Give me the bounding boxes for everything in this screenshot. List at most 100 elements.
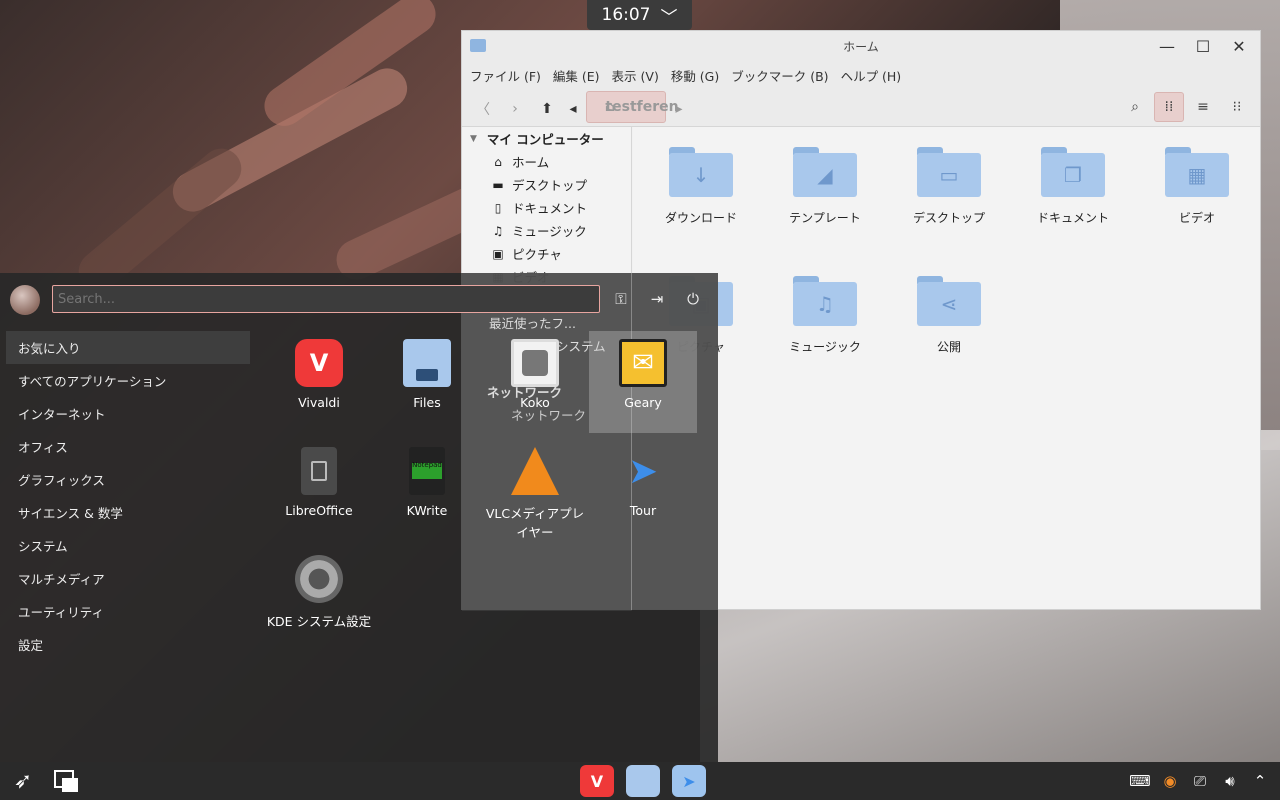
- folder-item[interactable]: ⋖ 公開: [894, 276, 1004, 355]
- menu-go[interactable]: 移動 (G): [665, 61, 725, 87]
- app-geary[interactable]: Geary: [589, 331, 697, 433]
- power-icon[interactable]: ⏻: [682, 287, 704, 311]
- breadcrumb-right-icon[interactable]: ▸: [672, 97, 686, 121]
- close-button[interactable]: ✕: [1228, 35, 1250, 57]
- category-system[interactable]: システム: [6, 529, 250, 562]
- vivaldi-icon: [295, 339, 343, 387]
- app-label: Files: [413, 395, 441, 410]
- app-kde-settings[interactable]: KDE システム設定: [265, 555, 373, 630]
- download-icon: ↓: [692, 163, 710, 187]
- app-vivaldi[interactable]: Vivaldi: [265, 339, 373, 410]
- desktop-folder-icon: ▬: [492, 177, 504, 192]
- show-desktop-icon[interactable]: [54, 770, 80, 794]
- keyboard-icon[interactable]: ⌨: [1129, 770, 1151, 792]
- tray-expand-icon[interactable]: ⌃: [1250, 770, 1270, 792]
- compact-view-icon[interactable]: ⁝⁝: [1222, 92, 1252, 122]
- music-icon: ♫: [492, 223, 504, 238]
- document-icon: ❐: [1064, 163, 1082, 187]
- app-label: Tour: [629, 503, 657, 518]
- folder-name: ビデオ: [1178, 211, 1215, 225]
- category-office[interactable]: オフィス: [6, 430, 250, 463]
- back-icon[interactable]: 〈: [470, 97, 496, 121]
- folder-name: ミュージック: [789, 340, 861, 354]
- music-icon: ♫: [816, 292, 834, 316]
- minimize-button[interactable]: —: [1156, 35, 1178, 57]
- sidebar-item-desktop[interactable]: ▬ デスクトップ: [462, 173, 631, 196]
- sidebar-item-music[interactable]: ♫ ミュージック: [462, 219, 631, 242]
- app-label: VLCメディアプレイヤー: [485, 506, 585, 540]
- vlc-icon: [511, 447, 559, 495]
- sidebar-item-documents[interactable]: ▯ ドキュメント: [462, 196, 631, 219]
- menu-help[interactable]: ヘルプ (H): [835, 61, 908, 87]
- volume-icon[interactable]: 🔊︎: [1220, 770, 1240, 792]
- list-view-icon[interactable]: ≡: [1188, 92, 1218, 122]
- koko-icon: [511, 339, 559, 387]
- search-input[interactable]: [52, 285, 600, 313]
- app-files[interactable]: Files: [373, 339, 481, 410]
- menu-edit[interactable]: 編集 (E): [547, 61, 606, 87]
- network-icon[interactable]: ⎚: [1190, 770, 1210, 792]
- menu-view[interactable]: 表示 (V): [606, 61, 665, 87]
- breadcrumb[interactable]: ⌂ testferen: [586, 91, 679, 123]
- app-label: Geary: [624, 395, 662, 410]
- sidebar-item-pictures[interactable]: ▣ ピクチャ: [462, 242, 631, 265]
- files-icon[interactable]: [626, 765, 660, 797]
- folder-item[interactable]: ♫ ミュージック: [770, 276, 880, 355]
- kde-settings-icon: [295, 555, 343, 603]
- category-settings[interactable]: 設定: [6, 628, 250, 661]
- category-favorites[interactable]: お気に入り: [6, 331, 250, 364]
- category-all-apps[interactable]: すべてのアプリケーション: [6, 364, 250, 397]
- category-utilities[interactable]: ユーティリティ: [6, 595, 250, 628]
- category-multimedia[interactable]: マルチメディア: [6, 562, 250, 595]
- folder-item[interactable]: ◢ テンプレート: [770, 147, 880, 226]
- window-title: ホーム: [843, 40, 879, 54]
- up-arrow-icon[interactable]: ⬆: [534, 97, 560, 121]
- top-clock[interactable]: 16:07 ﹀: [587, 0, 692, 30]
- folder-item[interactable]: ▭ デスクトップ: [894, 147, 1004, 226]
- app-vlc[interactable]: VLCメディアプレイヤー: [481, 447, 589, 541]
- folder-name: 公開: [936, 340, 961, 354]
- start-menu-button[interactable]: ➶: [6, 766, 40, 796]
- pinned-apps: V ➤: [580, 765, 706, 797]
- home-icon: ⌂: [494, 154, 502, 169]
- folder-view: ↓ ダウンロード ◢ テンプレート ▭ デスクトップ ❐ ドキュメント ▦ ビデ…: [633, 127, 1260, 609]
- maximize-button[interactable]: ☐: [1192, 35, 1214, 57]
- app-libreoffice[interactable]: LibreOffice: [265, 447, 373, 518]
- avatar[interactable]: [10, 285, 40, 315]
- sidebar-item-label: デスクトップ: [512, 178, 588, 193]
- pictures-icon: ▣: [492, 246, 504, 261]
- updates-icon[interactable]: ◉: [1160, 770, 1180, 792]
- sidebar-item-label: ドキュメント: [512, 201, 588, 216]
- app-label: LibreOffice: [285, 503, 353, 518]
- sidebar-my-computer[interactable]: ▼ マイ コンピューター: [462, 127, 631, 150]
- search-icon[interactable]: ⌕: [1120, 92, 1150, 122]
- tour-icon[interactable]: ➤: [672, 765, 706, 797]
- breadcrumb-left-icon[interactable]: ◂: [566, 97, 580, 121]
- forward-icon[interactable]: ›: [502, 97, 528, 121]
- folder-item[interactable]: ❐ ドキュメント: [1018, 147, 1128, 226]
- app-kwrite[interactable]: Notepad KWrite: [373, 447, 481, 518]
- folder-item[interactable]: ▦ ビデオ: [1142, 147, 1252, 226]
- app-tour[interactable]: ➤ Tour: [589, 447, 697, 519]
- sidebar-item-home[interactable]: ⌂ ホーム: [462, 150, 631, 173]
- app-label: KWrite: [406, 503, 448, 518]
- app-koko[interactable]: Koko: [481, 339, 589, 410]
- breadcrumb-label: testferen: [605, 99, 679, 115]
- menu-bookmarks[interactable]: ブックマーク (B): [725, 61, 834, 87]
- kwrite-icon: Notepad: [409, 447, 445, 495]
- menu-file[interactable]: ファイル (F): [464, 61, 547, 87]
- icon-view-icon[interactable]: ⁞⁞: [1154, 92, 1184, 122]
- folder-item[interactable]: ↓ ダウンロード: [646, 147, 756, 226]
- menu-bar: ファイル (F) 編集 (E) 表示 (V) 移動 (G) ブックマーク (B)…: [462, 61, 1260, 87]
- vivaldi-icon[interactable]: V: [580, 765, 614, 797]
- desktop-icon: ▭: [939, 163, 959, 187]
- sidebar-item-label: ピクチャ: [512, 247, 562, 262]
- folder-name: ドキュメント: [1036, 211, 1109, 225]
- category-science[interactable]: サイエンス & 数学: [6, 496, 250, 529]
- window-titlebar[interactable]: ホーム — ☐ ✕: [462, 31, 1260, 61]
- category-graphics[interactable]: グラフィックス: [6, 463, 250, 496]
- category-internet[interactable]: インターネット: [6, 397, 250, 430]
- clock-time: 16:07: [601, 5, 651, 25]
- lock-icon[interactable]: ⚿: [610, 287, 632, 311]
- logout-icon[interactable]: ⇥: [646, 287, 668, 311]
